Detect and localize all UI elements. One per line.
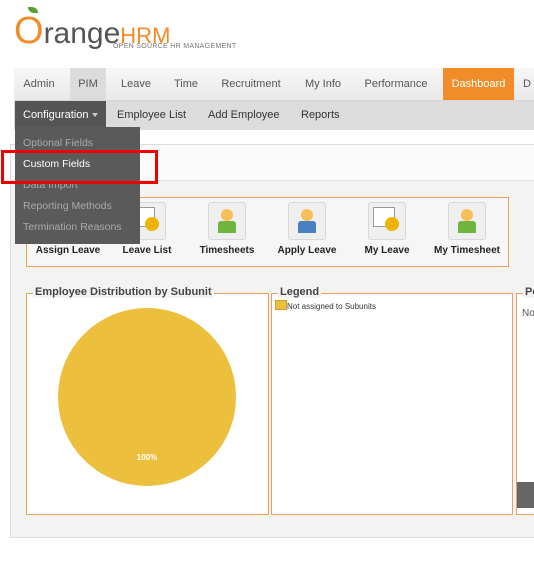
legend-swatch — [275, 300, 287, 310]
pim-submenu: Configuration Employee List Add Employee… — [14, 101, 534, 130]
timesheets-icon — [208, 202, 246, 240]
panel-button[interactable] — [517, 482, 534, 508]
quick-my-leave[interactable]: My Leave — [350, 202, 424, 256]
panel-legend: Legend Not assigned to Subunits — [271, 286, 513, 515]
quick-apply-leave[interactable]: Apply Leave — [270, 202, 344, 256]
submenu-configuration[interactable]: Configuration — [15, 101, 107, 130]
menu-dashboard[interactable]: Dashboard — [443, 68, 514, 100]
pie-slice-label: 100% — [136, 453, 158, 462]
submenu-employee-list[interactable]: Employee List — [117, 101, 186, 130]
panel-title: Employee Distribution by Subunit — [33, 286, 214, 298]
apply-leave-icon — [288, 202, 326, 240]
submenu-reports[interactable]: Reports — [301, 101, 340, 130]
submenu-add-employee[interactable]: Add Employee — [208, 101, 280, 130]
panel-pending: Po No — [516, 286, 534, 515]
dropdown-termination-reasons[interactable]: Termination Reasons — [23, 221, 122, 233]
menu-leave[interactable]: Leave — [112, 68, 160, 100]
menu-time[interactable]: Time — [166, 68, 206, 100]
menu-pim[interactable]: PIM — [70, 68, 106, 100]
panel-title: Po — [523, 286, 534, 298]
quick-my-timesheet[interactable]: My Timesheet — [430, 202, 504, 256]
menu-recruitment[interactable]: Recruitment — [212, 68, 290, 100]
chevron-down-icon — [92, 113, 99, 118]
highlight-box — [1, 150, 158, 184]
dropdown-optional-fields[interactable]: Optional Fields — [23, 137, 93, 149]
top-menu: Admin PIM Leave Time Recruitment My Info… — [14, 68, 534, 101]
menu-performance[interactable]: Performance — [356, 68, 436, 100]
dropdown-reporting-methods[interactable]: Reporting Methods — [23, 200, 112, 212]
quick-timesheets[interactable]: Timesheets — [190, 202, 264, 256]
orangehrm-logo: OrangeHRM OPEN SOURCE HR MANAGEMENT — [14, 4, 254, 56]
my-leave-icon — [368, 202, 406, 240]
panel-employee-distribution: Employee Distribution by Subunit 100% — [26, 286, 269, 515]
menu-admin[interactable]: Admin — [14, 68, 64, 100]
configuration-dropdown: Optional Fields Custom Fields Data Impor… — [15, 127, 140, 244]
pie-chart: 100% — [58, 308, 236, 486]
logo-tagline: OPEN SOURCE HR MANAGEMENT — [113, 43, 237, 50]
panel-title: Legend — [278, 286, 322, 298]
menu-my-info[interactable]: My Info — [296, 68, 350, 100]
panel-text: No — [522, 308, 534, 319]
menu-directory[interactable]: D — [520, 68, 534, 100]
my-timesheet-icon — [448, 202, 486, 240]
legend-item: Not assigned to Subunits — [287, 302, 376, 311]
